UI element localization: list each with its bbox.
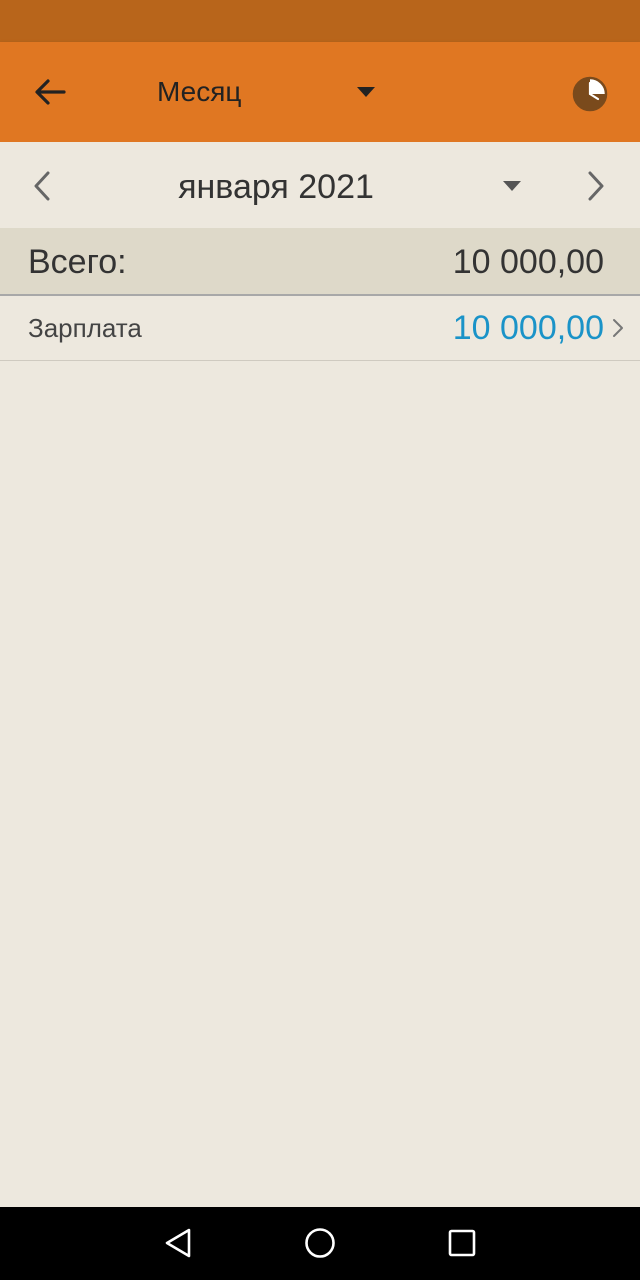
nav-back-icon: [165, 1228, 191, 1258]
date-selector: января 2021: [0, 142, 640, 228]
total-value: 10 000,00: [452, 243, 604, 281]
chevron-right-icon: [588, 171, 604, 201]
clock-icon: [572, 76, 608, 112]
current-period-label[interactable]: января 2021: [0, 166, 552, 208]
arrow-left-icon: [35, 79, 66, 105]
back-button[interactable]: [22, 68, 78, 116]
system-nav-bar: [0, 1207, 640, 1280]
caret-down-icon: [503, 181, 521, 191]
history-button[interactable]: [568, 72, 612, 116]
period-title[interactable]: Месяц: [157, 74, 241, 110]
period-dropdown-button[interactable]: [346, 72, 386, 112]
nav-back-button[interactable]: [156, 1223, 200, 1263]
total-label: Всего:: [28, 243, 127, 281]
category-amount: 10 000,00: [452, 309, 604, 347]
next-period-button[interactable]: [576, 164, 616, 208]
nav-recents-button[interactable]: [440, 1223, 484, 1263]
status-bar: [0, 0, 640, 42]
chevron-right-icon: [608, 316, 628, 340]
date-dropdown-button[interactable]: [492, 166, 532, 206]
nav-home-button[interactable]: [298, 1223, 342, 1263]
category-label: Зарплата: [28, 313, 142, 343]
list-item[interactable]: Зарплата 10 000,00: [0, 296, 640, 361]
app-bar: Месяц: [0, 42, 640, 142]
nav-recents-icon: [448, 1229, 476, 1257]
total-row: Всего: 10 000,00: [0, 228, 640, 296]
caret-down-icon: [357, 87, 375, 97]
nav-home-icon: [305, 1228, 335, 1258]
